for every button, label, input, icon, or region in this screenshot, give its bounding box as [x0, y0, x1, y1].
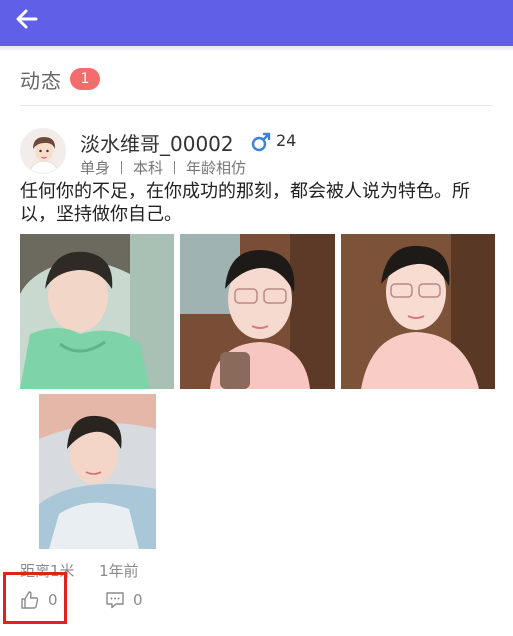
count-badge: 1: [70, 68, 100, 90]
highlight-box: [3, 572, 67, 624]
top-bar: [0, 0, 513, 46]
tag-separator: [121, 160, 123, 174]
tag-separator: [174, 160, 176, 174]
section-header: 动态 1: [20, 62, 100, 96]
post-photo-4[interactable]: [39, 394, 156, 549]
back-button[interactable]: [10, 4, 44, 34]
post-photo-2[interactable]: [180, 234, 335, 389]
arrow-left-icon: [16, 9, 38, 29]
tag-age-match: 年龄相仿: [186, 158, 247, 177]
post-photo-3[interactable]: [341, 234, 495, 389]
top-bar-shadow: [0, 46, 513, 52]
username[interactable]: 淡水维哥_00002: [80, 128, 234, 157]
male-icon: [251, 132, 271, 152]
avatar[interactable]: [20, 128, 66, 174]
comment-count: 0: [133, 591, 143, 609]
age: 24: [276, 131, 297, 150]
divider: [20, 105, 493, 106]
tag-marital-status: 单身: [80, 158, 111, 177]
post-photo-1[interactable]: [20, 234, 174, 389]
profile-tags: 单身 本科 年龄相仿: [80, 156, 246, 178]
tag-education: 本科: [133, 158, 164, 177]
post-time: 1年前: [99, 562, 139, 580]
comment-button[interactable]: 0: [105, 588, 143, 612]
post-text: 任何你的不足，在你成功的那刻，都会被人说为特色。所以，坚持做你自己。: [20, 181, 470, 225]
section-title: 动态: [20, 68, 62, 93]
comment-icon: [106, 592, 124, 609]
